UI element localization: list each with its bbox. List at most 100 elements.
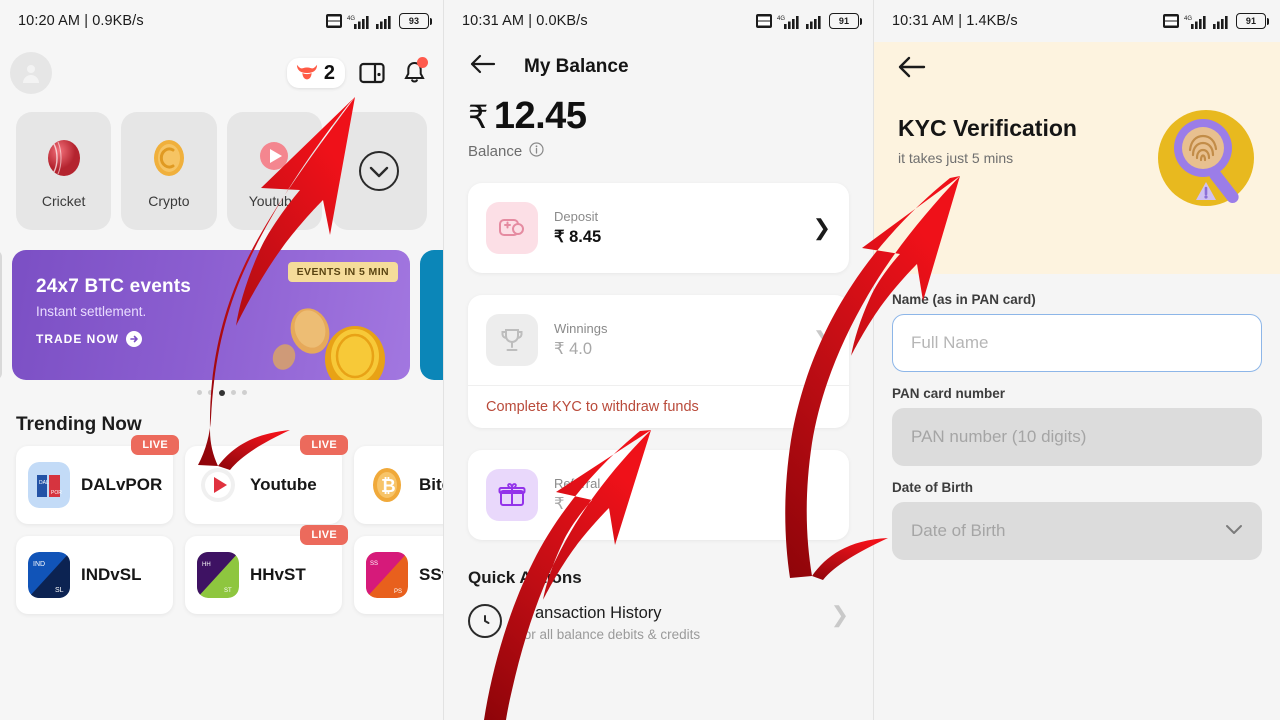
svg-text:ST: ST <box>224 588 232 594</box>
live-badge: LIVE <box>300 525 348 545</box>
svg-text:4G: 4G <box>777 16 785 22</box>
chevron-down-icon <box>1225 521 1243 541</box>
status-bar-icons: 4G 91 <box>756 13 862 29</box>
gift-icon <box>486 469 538 521</box>
svg-text:₿: ₿ <box>381 476 396 496</box>
referral-row[interactable]: Referral ₹ <box>468 450 849 540</box>
svg-text:4G: 4G <box>1184 16 1192 22</box>
trending-card-indvsl[interactable]: IND SL INDvSL <box>16 536 173 614</box>
balance-header: My Balance <box>444 42 873 79</box>
promo-banner-btc[interactable]: EVENTS IN 5 MIN 24x7 BTC events Instant … <box>12 250 410 380</box>
field-name: Name (as in PAN card) Full Name <box>892 292 1262 372</box>
category-label: Crypto <box>148 193 190 209</box>
trending-card-bitcoin[interactable]: ₿ Bitc <box>354 446 443 524</box>
status-bar-left-text: 10:31 AM | 0.0KB/s <box>462 13 588 29</box>
back-arrow-icon <box>898 56 926 78</box>
status-bar-left-text: 10:31 AM | 1.4KB/s <box>892 13 1018 29</box>
winnings-label: Winnings <box>554 321 608 336</box>
status-bar-left-text: 10:20 AM | 0.9KB/s <box>18 13 144 29</box>
status-bar: 10:31 AM | 1.4KB/s 4G 91 <box>874 0 1280 42</box>
category-cricket[interactable]: Cricket <box>16 112 112 230</box>
trending-row: LIVE DAL POR DALvPOR LIVE Youtube ₿ Bit <box>16 435 443 524</box>
balance-amount: ₹12.45 <box>444 79 873 138</box>
quick-action-texts: Transaction History for all balance debi… <box>520 604 700 642</box>
bull-icon <box>296 64 317 80</box>
kyc-hero-header: KYC Verification it takes just 5 mins <box>874 42 1280 274</box>
home-header-actions: 2 <box>286 57 429 88</box>
split-pink-icon: SS PS <box>366 552 408 598</box>
notification-bell-icon[interactable] <box>399 57 429 88</box>
live-badge: LIVE <box>300 435 348 455</box>
category-crypto[interactable]: Crypto <box>121 112 217 230</box>
volte-icon <box>1163 14 1179 28</box>
live-badge: LIVE <box>131 435 179 455</box>
info-icon[interactable] <box>529 142 544 161</box>
quick-actions-title: Quick Actions <box>468 568 582 587</box>
trending-name: Youtube <box>250 475 317 494</box>
trending-card-dalvpor[interactable]: LIVE DAL POR DALvPOR <box>16 435 179 524</box>
notification-dot <box>417 57 428 68</box>
chevron-right-icon[interactable]: ❯ <box>813 217 831 239</box>
quick-action-transaction-history[interactable]: Transaction History for all balance debi… <box>444 588 873 642</box>
trending-card-ssv[interactable]: SS PS SSv <box>354 536 443 614</box>
clock-icon <box>468 604 502 638</box>
promo-banner-prev[interactable] <box>0 250 2 380</box>
date-of-birth-select[interactable]: Date of Birth <box>892 502 1262 560</box>
winnings-card[interactable]: Winnings ₹ 4.0 ❯ Complete KYC to withdra… <box>468 295 849 428</box>
full-name-input[interactable]: Full Name <box>892 314 1262 372</box>
battery-level: 91 <box>838 16 850 26</box>
promo-carousel[interactable]: EVENTS IN 5 MIN 24x7 BTC events Instant … <box>0 250 443 380</box>
deposit-row[interactable]: Deposit ₹ 8.45 ❯ <box>468 183 849 273</box>
person-icon <box>23 65 39 83</box>
chevron-right-icon[interactable]: ❯ <box>831 604 849 626</box>
trending-name: HHvST <box>250 565 306 584</box>
events-badge: EVENTS IN 5 MIN <box>287 262 398 282</box>
carousel-dot[interactable] <box>241 390 247 395</box>
deposit-card[interactable]: Deposit ₹ 8.45 ❯ <box>468 183 849 273</box>
profile-avatar[interactable] <box>10 52 52 94</box>
magnifier-fingerprint-icon <box>1148 100 1266 223</box>
signal-icon <box>1213 15 1228 29</box>
trending-card-hhvst[interactable]: LIVE HH ST HHvST <box>185 525 348 614</box>
battery-indicator: 93 <box>399 13 432 29</box>
battery-level: 91 <box>1245 16 1257 26</box>
back-arrow-icon <box>470 54 496 74</box>
svg-text:IND: IND <box>33 561 45 568</box>
quick-action-subtitle: for all balance debits & credits <box>520 627 701 642</box>
promo-banner-next[interactable] <box>420 250 443 380</box>
trending-card-youtube[interactable]: LIVE Youtube <box>185 435 348 524</box>
category-youtube[interactable]: Youtube <box>226 112 322 230</box>
bull-coins-chip[interactable]: 2 <box>286 58 345 88</box>
referral-label: Referral <box>554 476 601 491</box>
carousel-dot[interactable] <box>230 390 236 395</box>
promo-banner-subtitle: Instant settlement. <box>36 304 147 319</box>
play-icon <box>197 462 239 508</box>
chevron-right-icon[interactable]: ❯ <box>813 329 831 351</box>
winnings-texts: Winnings ₹ 4.0 <box>554 321 607 359</box>
trending-name: DALvPOR <box>81 475 163 494</box>
trending-grid: LIVE DAL POR DALvPOR LIVE Youtube ₿ Bit … <box>0 435 443 614</box>
wallet-icon[interactable] <box>357 58 387 88</box>
cricket-ball-icon <box>39 133 89 183</box>
arrow-right-icon <box>126 331 142 347</box>
winnings-row[interactable]: Winnings ₹ 4.0 ❯ <box>468 295 849 385</box>
trending-name: Bitc <box>419 475 443 494</box>
complete-kyc-link[interactable]: Complete KYC to withdraw funds <box>468 385 849 428</box>
carousel-dot[interactable] <box>207 390 213 395</box>
signal-4g-icon: 4G <box>347 15 369 29</box>
category-more[interactable] <box>331 112 427 230</box>
trade-now-button[interactable]: TRADE NOW <box>36 331 410 347</box>
trophy-icon <box>486 314 538 366</box>
svg-text:SS: SS <box>370 561 378 567</box>
home-screen-panel: 10:20 AM | 0.9KB/s 4G 93 2 Cricket Crypt… <box>0 0 443 720</box>
my-balance-panel: 10:31 AM | 0.0KB/s 4G 91 My Balance ₹ 12… <box>443 0 873 720</box>
carousel-dot-active[interactable] <box>218 390 225 396</box>
svg-text:4G: 4G <box>347 16 355 22</box>
back-button[interactable] <box>470 54 496 79</box>
bitcoin-icon: ₿ <box>366 462 408 508</box>
back-button[interactable] <box>874 56 1280 83</box>
trending-name: INDvSL <box>81 565 142 584</box>
referral-card[interactable]: Referral ₹ <box>468 450 849 540</box>
carousel-dot[interactable] <box>196 390 202 395</box>
pan-number-input[interactable]: PAN number (10 digits) <box>892 408 1262 466</box>
